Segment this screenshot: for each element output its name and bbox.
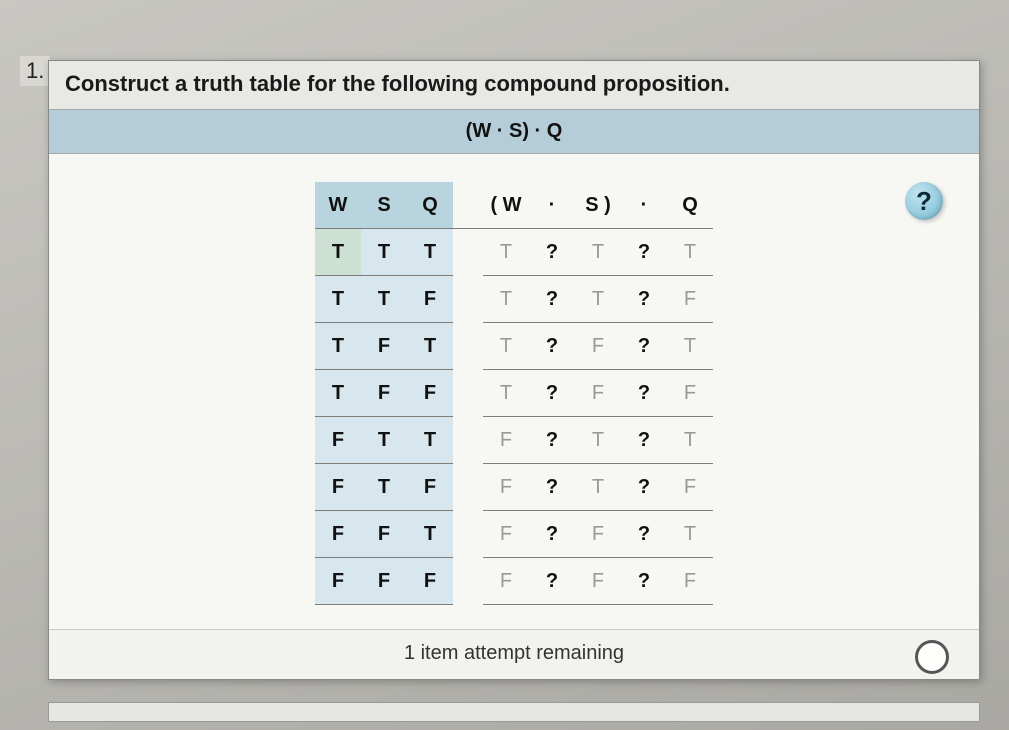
- given-cell: T: [483, 276, 529, 323]
- input-cell: F: [361, 323, 407, 370]
- answer-cell[interactable]: ?: [621, 511, 667, 558]
- col-header-dot1: ·: [529, 182, 575, 229]
- input-cell: T: [407, 229, 453, 276]
- table-row: FTTF?T?T: [315, 417, 713, 464]
- given-cell: T: [483, 370, 529, 417]
- col-header-s: S: [361, 182, 407, 229]
- table-row: FFFF?F?F: [315, 558, 713, 605]
- input-cell: T: [315, 276, 361, 323]
- table-row: TTFT?T?F: [315, 276, 713, 323]
- input-cell: T: [361, 276, 407, 323]
- answer-cell[interactable]: ?: [621, 464, 667, 511]
- table-row: FFTF?F?T: [315, 511, 713, 558]
- input-cell: T: [407, 511, 453, 558]
- answer-cell[interactable]: ?: [529, 229, 575, 276]
- answer-cell[interactable]: ?: [621, 323, 667, 370]
- answer-cell[interactable]: ?: [529, 323, 575, 370]
- input-cell: F: [407, 558, 453, 605]
- answer-cell[interactable]: ?: [529, 417, 575, 464]
- given-cell: T: [667, 323, 713, 370]
- input-cell: F: [315, 417, 361, 464]
- given-cell: F: [575, 323, 621, 370]
- answer-cell[interactable]: ?: [529, 276, 575, 323]
- given-cell: T: [667, 229, 713, 276]
- input-cell: F: [407, 464, 453, 511]
- given-cell: F: [483, 558, 529, 605]
- answer-cell[interactable]: ?: [621, 276, 667, 323]
- attempts-text: 1 item attempt remaining: [404, 642, 624, 664]
- given-cell: T: [483, 323, 529, 370]
- given-cell: F: [667, 464, 713, 511]
- attempts-footer: 1 item attempt remaining: [49, 629, 979, 679]
- answer-cell[interactable]: ?: [529, 370, 575, 417]
- given-cell: T: [575, 464, 621, 511]
- given-cell: F: [667, 558, 713, 605]
- input-cell: T: [407, 417, 453, 464]
- table-header-row: W S Q ( W · S ) · Q: [315, 182, 713, 229]
- question-card: Construct a truth table for the followin…: [48, 60, 980, 680]
- col-header-s-paren: S ): [575, 182, 621, 229]
- status-indicator-icon: [915, 640, 949, 674]
- given-cell: T: [575, 229, 621, 276]
- table-row: TFFT?F?F: [315, 370, 713, 417]
- answer-cell[interactable]: ?: [621, 417, 667, 464]
- next-card-peek: [48, 702, 980, 722]
- input-cell: T: [361, 417, 407, 464]
- given-cell: F: [575, 370, 621, 417]
- given-cell: F: [575, 511, 621, 558]
- given-cell: F: [483, 511, 529, 558]
- expression-bar: (W · S) · Q: [49, 110, 979, 154]
- input-cell: T: [315, 229, 361, 276]
- given-cell: T: [667, 511, 713, 558]
- answer-cell[interactable]: ?: [621, 558, 667, 605]
- input-cell: T: [361, 464, 407, 511]
- col-header-paren-w: ( W: [483, 182, 529, 229]
- input-cell: T: [315, 370, 361, 417]
- given-cell: F: [483, 464, 529, 511]
- col-header-w: W: [315, 182, 361, 229]
- table-row: TTTT?T?T: [315, 229, 713, 276]
- input-cell: F: [361, 558, 407, 605]
- input-cell: F: [315, 464, 361, 511]
- given-cell: T: [667, 417, 713, 464]
- input-cell: F: [407, 370, 453, 417]
- input-cell: F: [315, 511, 361, 558]
- table-row: FTFF?T?F: [315, 464, 713, 511]
- col-header-q2: Q: [667, 182, 713, 229]
- input-cell: T: [315, 323, 361, 370]
- given-cell: T: [575, 417, 621, 464]
- given-cell: F: [667, 276, 713, 323]
- help-icon[interactable]: ?: [905, 182, 943, 220]
- col-header-dot2: ·: [621, 182, 667, 229]
- given-cell: T: [575, 276, 621, 323]
- input-cell: T: [407, 323, 453, 370]
- answer-cell[interactable]: ?: [529, 558, 575, 605]
- truth-table: W S Q ( W · S ) · Q TTTT?T?TTTFT?T?FTFTT…: [315, 182, 713, 605]
- input-cell: F: [315, 558, 361, 605]
- question-prompt: Construct a truth table for the followin…: [49, 61, 979, 110]
- given-cell: F: [483, 417, 529, 464]
- answer-cell[interactable]: ?: [621, 370, 667, 417]
- answer-cell[interactable]: ?: [529, 464, 575, 511]
- given-cell: F: [575, 558, 621, 605]
- answer-cell[interactable]: ?: [529, 511, 575, 558]
- table-row: TFTT?F?T: [315, 323, 713, 370]
- input-cell: F: [407, 276, 453, 323]
- answer-cell[interactable]: ?: [621, 229, 667, 276]
- question-body: ? W S Q ( W · S ) · Q TTTT?T?TTTFT?T?FTF…: [49, 154, 979, 679]
- col-header-q: Q: [407, 182, 453, 229]
- input-cell: T: [361, 229, 407, 276]
- given-cell: T: [483, 229, 529, 276]
- question-number: 1.: [20, 56, 50, 86]
- given-cell: F: [667, 370, 713, 417]
- input-cell: F: [361, 370, 407, 417]
- input-cell: F: [361, 511, 407, 558]
